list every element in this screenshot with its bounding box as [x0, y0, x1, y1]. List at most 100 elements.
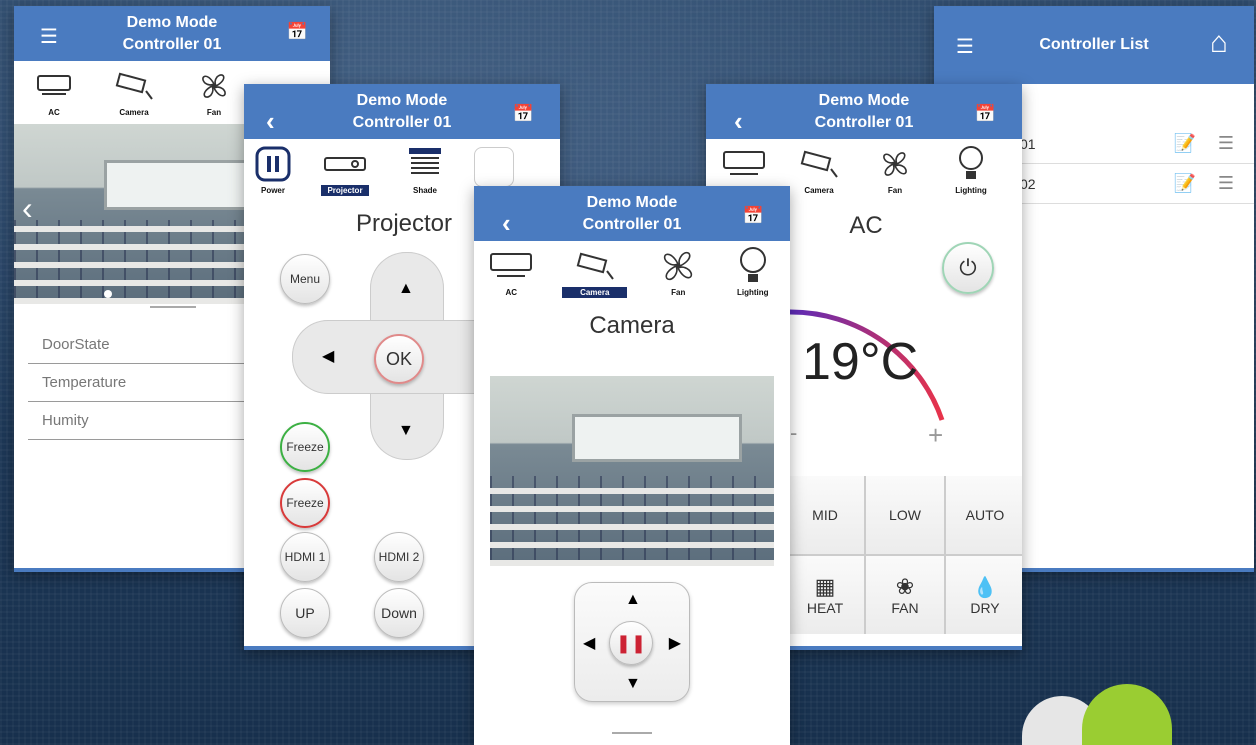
- freeze-green-button[interactable]: Freeze: [280, 422, 330, 472]
- lightbulb-icon: [956, 145, 986, 183]
- mode-title: Demo Mode: [586, 193, 678, 211]
- pause-icon: [255, 145, 291, 183]
- tab-label: Fan: [887, 186, 903, 195]
- arrow-right-icon[interactable]: ▶: [669, 633, 681, 653]
- mode-title: Demo Mode: [818, 91, 910, 109]
- mode-label: FAN: [891, 600, 919, 616]
- header-bar: ‹ Demo Mode Controller 01 📅: [706, 84, 1022, 139]
- tab-label: Shade: [412, 186, 437, 195]
- tab-label: Fan: [206, 108, 222, 117]
- arrow-up-icon[interactable]: ▲: [398, 280, 414, 298]
- tab-lighting[interactable]: Lighting: [940, 145, 1002, 196]
- camera-feed: [490, 376, 774, 566]
- tab-ac[interactable]: AC: [480, 247, 542, 298]
- ok-button[interactable]: OK: [374, 334, 424, 384]
- drag-handle: [612, 732, 652, 734]
- tab-camera[interactable]: Camera: [555, 247, 635, 298]
- tab-fan[interactable]: Fan: [647, 247, 709, 298]
- calendar-icon[interactable]: 📅: [287, 22, 308, 42]
- home-icon[interactable]: ⌂: [1210, 26, 1228, 60]
- camera-screen: ‹ Demo Mode Controller 01 📅 AC Camera Fa…: [474, 186, 790, 745]
- mode-label: DRY: [970, 599, 1000, 616]
- back-icon[interactable]: ‹: [734, 106, 743, 137]
- tab-camera[interactable]: Camera: [103, 67, 165, 118]
- tab-ac[interactable]: AC: [23, 67, 85, 118]
- arrow-up-icon[interactable]: ▲: [625, 591, 641, 609]
- desks: [490, 476, 774, 566]
- android-logo-icon: [1082, 684, 1172, 745]
- tab-shade[interactable]: Shade: [394, 145, 456, 196]
- tab-power[interactable]: Power: [250, 145, 296, 196]
- header-bar: ‹ Demo Mode Controller 01 📅: [244, 84, 560, 139]
- up-button[interactable]: UP: [280, 588, 330, 638]
- hamburger-icon[interactable]: ☰: [40, 24, 58, 49]
- calendar-icon[interactable]: 📅: [975, 104, 996, 124]
- tab-label: AC: [505, 288, 518, 297]
- screen-heading: AC: [849, 212, 883, 239]
- chevron-left-icon[interactable]: ‹: [22, 190, 33, 227]
- fan-icon: [197, 67, 231, 105]
- mode-mid-button[interactable]: MID: [786, 476, 864, 554]
- back-icon[interactable]: ‹: [502, 208, 511, 239]
- header-bar: ☰ Demo Mode Controller 01 📅: [14, 6, 330, 61]
- controller-name: 01: [1020, 135, 1036, 152]
- reorder-icon[interactable]: ☰: [1218, 173, 1234, 194]
- heater-icon: ▦: [814, 574, 836, 599]
- tab-placeholder[interactable]: [474, 147, 514, 187]
- shade-icon: [407, 145, 443, 183]
- pause-button[interactable]: ❚❚: [609, 621, 653, 665]
- calendar-icon[interactable]: 📅: [743, 206, 764, 226]
- decrease-button[interactable]: -: [790, 420, 797, 446]
- fan-icon: [878, 145, 912, 183]
- hamburger-icon[interactable]: ☰: [956, 34, 974, 59]
- hdmi2-button[interactable]: HDMI 2: [374, 532, 424, 582]
- arrow-left-icon[interactable]: ◀: [583, 633, 595, 653]
- screen-heading: Camera: [589, 312, 675, 339]
- ac-icon: [489, 247, 533, 285]
- tab-fan[interactable]: Fan: [864, 145, 926, 196]
- controller-title: Controller 01: [582, 215, 682, 233]
- reorder-icon[interactable]: ☰: [1218, 133, 1234, 154]
- mode-fan-button[interactable]: ❀ FAN: [866, 556, 944, 634]
- freeze-red-button[interactable]: Freeze: [280, 478, 330, 528]
- mode-low-button[interactable]: LOW: [866, 476, 944, 554]
- screen-heading: Projector: [355, 210, 453, 237]
- edit-icon[interactable]: 📝: [1174, 133, 1196, 154]
- tab-label: Power: [260, 186, 285, 195]
- back-icon[interactable]: ‹: [266, 106, 275, 137]
- mode-title: Demo Mode: [356, 91, 448, 109]
- controller-title: Controller 01: [814, 113, 914, 131]
- carousel-dot: [104, 290, 112, 298]
- hdmi1-button[interactable]: HDMI 1: [280, 532, 330, 582]
- droplet-icon: 💧: [972, 576, 998, 599]
- mode-label: HEAT: [806, 600, 844, 616]
- tab-label: Fan: [671, 288, 686, 297]
- mode-auto-button[interactable]: AUTO: [946, 476, 1022, 554]
- arrow-down-icon[interactable]: ▼: [398, 422, 414, 440]
- tab-fan[interactable]: Fan: [183, 67, 245, 118]
- tab-ac[interactable]: [714, 145, 774, 183]
- ac-icon: [722, 145, 766, 183]
- mode-grid: MID LOW AUTO ▦ HEAT ❀ FAN 💧 DRY: [786, 476, 1022, 634]
- tab-label: Camera: [119, 108, 149, 117]
- increase-button[interactable]: +: [928, 420, 943, 451]
- down-button[interactable]: Down: [374, 588, 424, 638]
- lightbulb-icon: [738, 247, 768, 285]
- ac-icon: [36, 67, 72, 105]
- drag-handle: [150, 306, 196, 308]
- mode-heat-button[interactable]: ▦ HEAT: [786, 556, 864, 634]
- tab-projector[interactable]: Projector: [314, 145, 376, 196]
- mode-title: Demo Mode: [126, 13, 218, 31]
- camera-icon: [575, 247, 615, 285]
- calendar-icon[interactable]: 📅: [513, 104, 534, 124]
- edit-icon[interactable]: 📝: [1174, 173, 1196, 194]
- tab-lighting[interactable]: Lighting: [722, 247, 784, 298]
- projector-icon: [323, 145, 367, 183]
- device-tabs: AC Camera Fan Lighting: [474, 241, 790, 298]
- arrow-left-icon[interactable]: ◀: [322, 346, 334, 366]
- mode-dry-button[interactable]: 💧 DRY: [946, 556, 1022, 634]
- tab-camera[interactable]: Camera: [788, 145, 850, 196]
- page-title: Controller List: [1039, 36, 1149, 53]
- tab-label: Camera: [562, 287, 628, 298]
- arrow-down-icon[interactable]: ▼: [625, 675, 641, 693]
